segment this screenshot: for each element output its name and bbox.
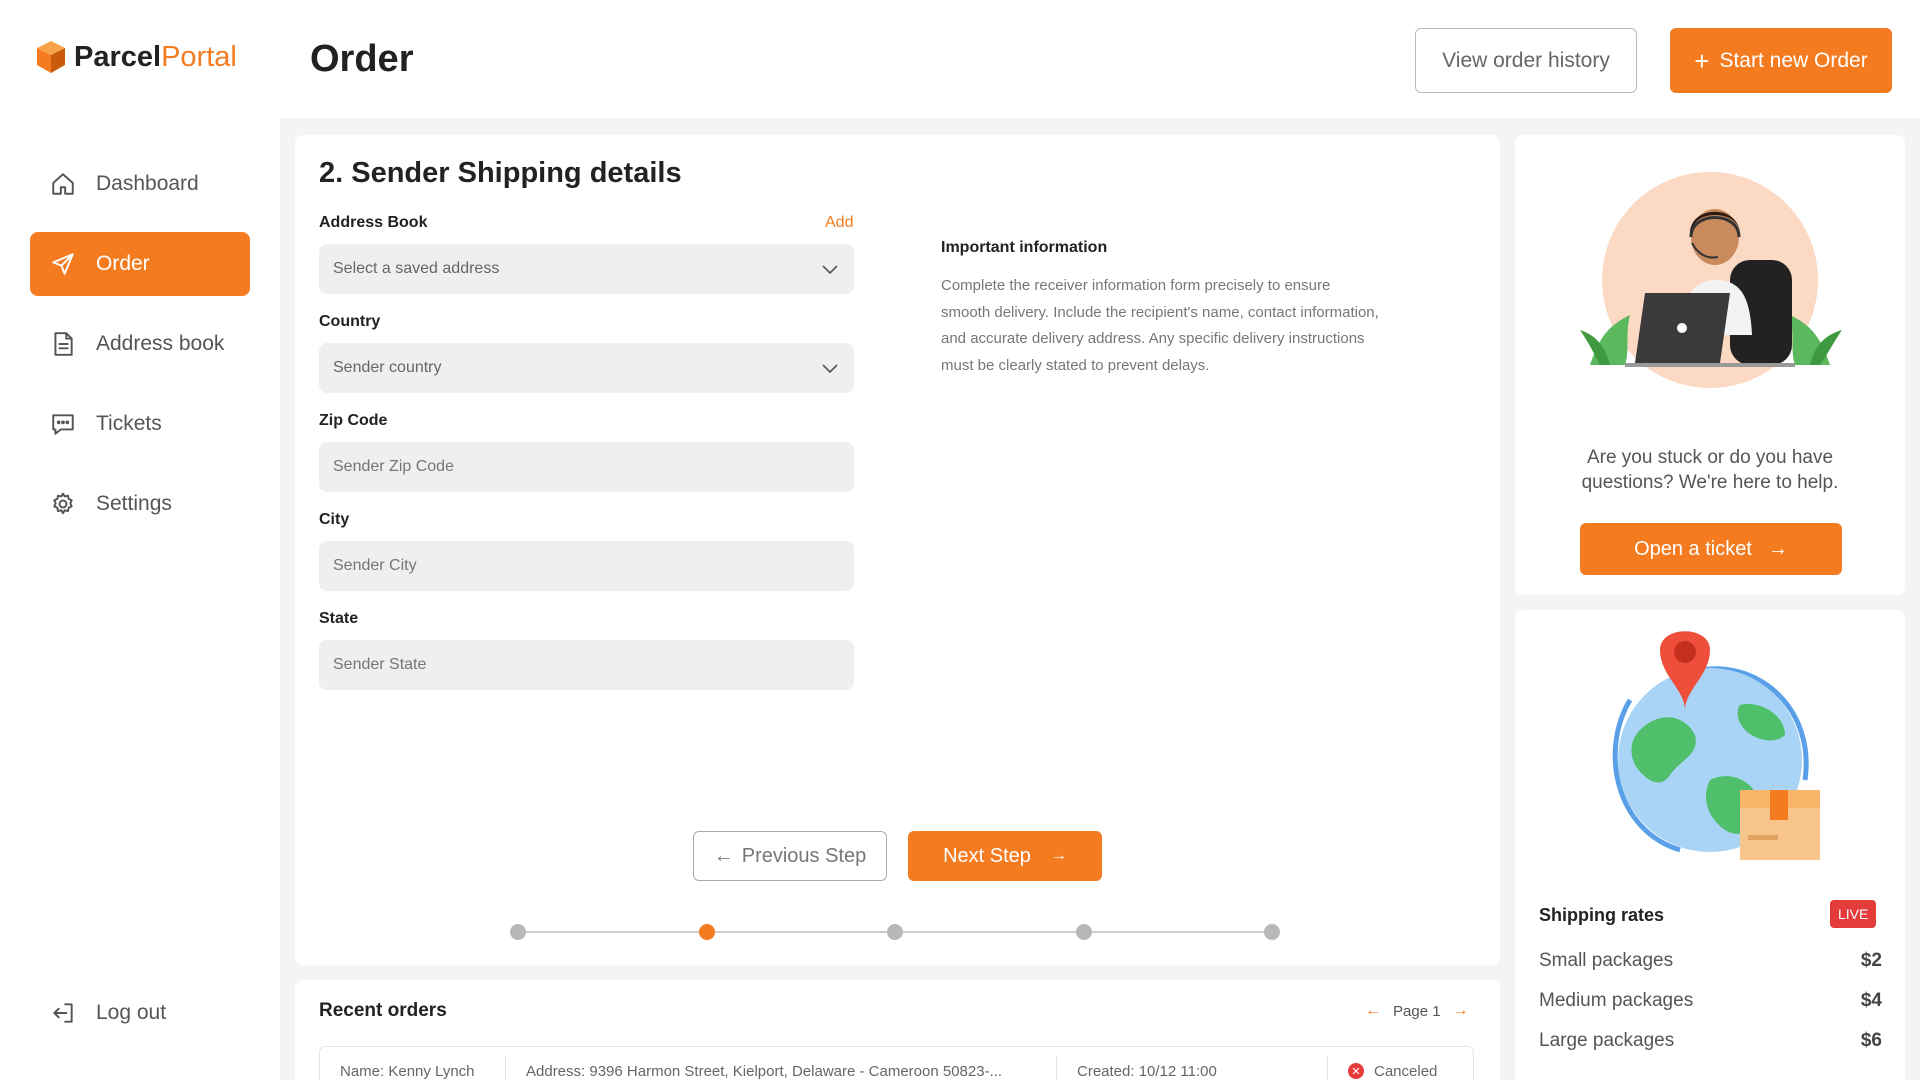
live-badge: LIVE bbox=[1830, 900, 1877, 928]
next-page-icon[interactable]: → bbox=[1453, 1002, 1469, 1020]
step-dot bbox=[887, 924, 903, 940]
shipping-rates-card: Shipping rates LIVE Small packages $2 Me… bbox=[1515, 610, 1905, 1080]
zip-code-label: Zip Code bbox=[319, 412, 388, 429]
previous-step-button[interactable]: ← Previous Step bbox=[693, 831, 887, 881]
brand-name-part2: Portal bbox=[161, 40, 237, 73]
rate-label: Medium packages bbox=[1539, 990, 1694, 1011]
shipping-rates-title: Shipping rates bbox=[1539, 905, 1665, 925]
sidebar: ParcelPortal Dashboard Order Address boo… bbox=[0, 0, 280, 1080]
country-label: Country bbox=[319, 313, 381, 330]
rate-price: $4 bbox=[1860, 990, 1882, 1011]
document-icon bbox=[54, 332, 73, 356]
orders-pagination: ← Page 1 → bbox=[1365, 1002, 1469, 1020]
rate-row-small: Small packages $2 bbox=[1539, 950, 1882, 972]
sidebar-item-dashboard[interactable]: Dashboard bbox=[30, 152, 250, 216]
previous-step-label: Previous Step bbox=[741, 844, 867, 867]
address-book-select[interactable]: Select a saved address bbox=[319, 244, 854, 294]
sidebar-item-label: Dashboard bbox=[96, 172, 199, 195]
rate-price: $2 bbox=[1860, 950, 1882, 971]
order-created: Created: 10/12 11:00 bbox=[1077, 1062, 1217, 1080]
logout-icon bbox=[53, 1003, 73, 1023]
sidebar-item-label: Address book bbox=[96, 332, 225, 355]
page-label: Page 1 bbox=[1393, 1002, 1441, 1020]
help-card: Are you stuck or do you have questions? … bbox=[1515, 135, 1905, 595]
address-book-placeholder: Select a saved address bbox=[333, 260, 500, 277]
address-book-label: Address Book bbox=[319, 214, 428, 231]
box-logo-icon bbox=[37, 41, 65, 73]
sender-shipping-form: 2. Sender Shipping details Address Book … bbox=[295, 135, 1500, 965]
sidebar-item-settings[interactable]: Settings bbox=[30, 472, 250, 536]
table-row[interactable]: Name: Kenny Lynch Address: 9396 Harmon S… bbox=[319, 1046, 1474, 1080]
prev-page-icon[interactable]: ← bbox=[1365, 1002, 1381, 1020]
sidebar-item-order[interactable]: Order bbox=[30, 232, 250, 296]
brand-name-part1: Parcel bbox=[74, 40, 162, 73]
step-dot bbox=[698, 924, 715, 940]
sidebar-item-label: Tickets bbox=[96, 412, 162, 435]
recent-orders-title: Recent orders bbox=[319, 1000, 447, 1021]
step-dot bbox=[1264, 924, 1280, 940]
add-address-link[interactable]: Add bbox=[825, 214, 853, 232]
country-placeholder: Sender country bbox=[333, 359, 442, 376]
arrow-right-icon: → bbox=[1050, 847, 1067, 864]
arrow-right-icon: → bbox=[1767, 537, 1788, 560]
logout-label: Log out bbox=[96, 1001, 167, 1024]
rate-row-medium: Medium packages $4 bbox=[1539, 990, 1882, 1012]
rate-price: $6 bbox=[1860, 1030, 1882, 1051]
form-title: 2. Sender Shipping details bbox=[319, 157, 682, 189]
cancel-status-icon: ✕ bbox=[1348, 1063, 1364, 1079]
chat-icon bbox=[52, 414, 74, 435]
order-name: Name: Kenny Lynch bbox=[340, 1062, 475, 1080]
page-title: Order bbox=[310, 38, 414, 80]
start-new-order-button[interactable]: + Start new Order bbox=[1670, 28, 1892, 93]
sidebar-item-label: Settings bbox=[96, 492, 172, 515]
state-input[interactable] bbox=[319, 640, 854, 690]
support-agent-illustration bbox=[1580, 172, 1842, 388]
city-input[interactable] bbox=[319, 541, 854, 591]
home-icon bbox=[52, 173, 74, 195]
view-order-history-button[interactable]: View order history bbox=[1415, 28, 1637, 93]
order-status: Canceled bbox=[1374, 1062, 1438, 1080]
sidebar-item-tickets[interactable]: Tickets bbox=[30, 392, 250, 456]
city-label: City bbox=[319, 511, 350, 528]
send-icon bbox=[52, 253, 74, 275]
status-badge: ✕ Canceled bbox=[1328, 1063, 1437, 1080]
arrow-left-icon: ← bbox=[713, 844, 734, 867]
step-dot bbox=[510, 924, 526, 940]
sidebar-item-label: Order bbox=[96, 252, 150, 275]
top-header: Order View order history + Start new Ord… bbox=[280, 0, 1920, 118]
chevron-down-icon bbox=[822, 364, 838, 374]
next-step-label: Next Step bbox=[943, 844, 1031, 867]
country-select[interactable]: Sender country bbox=[319, 343, 854, 393]
plus-icon: + bbox=[1694, 45, 1710, 76]
step-progress bbox=[510, 922, 1280, 942]
rate-label: Large packages bbox=[1539, 1030, 1675, 1051]
important-info-title: Important information bbox=[941, 239, 1108, 256]
brand-logo[interactable]: ParcelPortal bbox=[36, 40, 237, 74]
logout-button[interactable]: Log out bbox=[50, 1000, 166, 1026]
sidebar-item-address-book[interactable]: Address book bbox=[30, 312, 250, 376]
state-label: State bbox=[319, 610, 359, 627]
rate-label: Small packages bbox=[1539, 950, 1674, 971]
order-address: Address: 9396 Harmon Street, Kielport, D… bbox=[526, 1062, 1003, 1080]
recent-orders-card: Recent orders ← Page 1 → Name: Kenny Lyn… bbox=[295, 980, 1500, 1080]
important-info-text: Complete the receiver information form p… bbox=[941, 277, 1379, 374]
next-step-button[interactable]: Next Step → bbox=[908, 831, 1102, 881]
globe-shipping-illustration bbox=[1612, 631, 1820, 860]
zip-code-input[interactable] bbox=[319, 442, 854, 492]
sidebar-nav: Dashboard Order Address book Tickets Set… bbox=[30, 152, 250, 552]
open-ticket-button[interactable]: Open a ticket → bbox=[1580, 523, 1842, 575]
rate-row-large: Large packages $6 bbox=[1539, 1030, 1882, 1052]
help-text: Are you stuck or do you have questions? … bbox=[1581, 447, 1839, 493]
open-ticket-label: Open a ticket bbox=[1634, 537, 1752, 560]
gear-icon bbox=[53, 492, 73, 515]
start-new-order-label: Start new Order bbox=[1719, 48, 1868, 72]
chevron-down-icon bbox=[822, 265, 838, 275]
step-dot bbox=[1075, 924, 1092, 940]
